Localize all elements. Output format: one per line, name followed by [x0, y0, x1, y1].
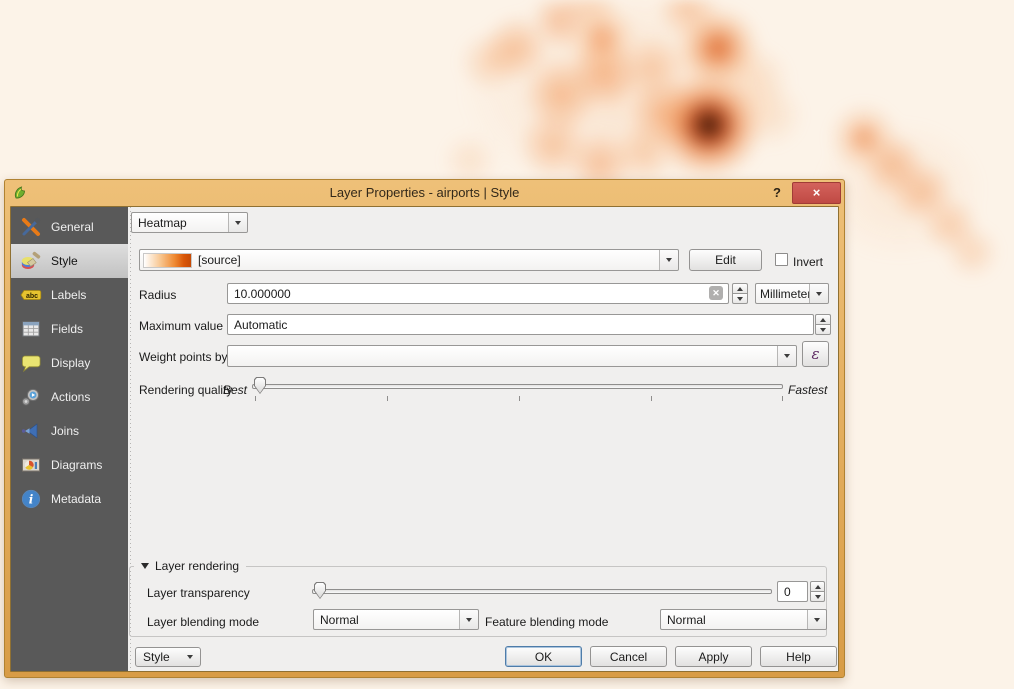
titlebar[interactable]: Layer Properties - airports | Style ? × [5, 180, 844, 206]
abc-tag-icon: abc [20, 284, 42, 306]
layer-properties-dialog: Layer Properties - airports | Style ? × … [4, 179, 845, 678]
speech-bubble-icon [20, 352, 42, 374]
style-menu-button[interactable]: Style [135, 647, 201, 667]
sidebar-item-labels[interactable]: abc Labels [11, 278, 128, 312]
slider-tick [651, 396, 652, 401]
ok-button[interactable]: OK [505, 646, 582, 667]
clear-field-icon[interactable]: ✕ [709, 286, 723, 300]
chevron-down-icon [809, 284, 828, 303]
layer-rendering-title: Layer rendering [155, 559, 239, 573]
chevron-down-icon [777, 346, 796, 366]
chevron-down-icon [659, 250, 678, 270]
layer-transparency-handle[interactable] [314, 582, 326, 599]
sidebar-item-general[interactable]: General [11, 210, 128, 244]
svg-text:abc: abc [26, 293, 38, 300]
table-icon [20, 318, 42, 340]
radius-unit-select[interactable]: Millimeter [755, 283, 829, 304]
paintbrush-icon [20, 250, 42, 272]
chevron-down-icon [228, 213, 247, 232]
sidebar-item-label: Metadata [51, 492, 101, 506]
color-ramp-swatch [143, 253, 192, 268]
weight-points-label: Weight points by [139, 350, 228, 364]
chevron-down-icon [459, 610, 478, 629]
slider-tick [519, 396, 520, 401]
layer-transparency-input[interactable] [777, 581, 808, 602]
maximum-value-input[interactable] [227, 314, 814, 335]
apply-button[interactable]: Apply [675, 646, 752, 667]
feature-blending-select[interactable]: Normal [660, 609, 827, 630]
dialog-content: General Style abc Labels [10, 206, 839, 672]
best-label: Best [223, 383, 247, 397]
layer-rendering-header[interactable]: Layer rendering [134, 559, 246, 573]
layer-blending-label: Layer blending mode [147, 615, 259, 629]
help-titlebar-button[interactable]: ? [768, 184, 786, 202]
sidebar-item-display[interactable]: Display [11, 346, 128, 380]
spin-down-icon[interactable] [815, 324, 831, 335]
spin-down-icon[interactable] [732, 293, 748, 304]
layer-transparency-spinner[interactable] [810, 581, 825, 602]
slider-tick [782, 396, 783, 401]
maximum-value-label: Maximum value [139, 319, 223, 333]
sidebar-item-diagrams[interactable]: Diagrams [11, 448, 128, 482]
sidebar-item-label: Actions [51, 390, 90, 404]
slider-tick [255, 396, 256, 401]
chevron-down-icon [807, 610, 826, 629]
chevron-down-icon [187, 655, 193, 659]
rendering-quality-handle[interactable] [254, 377, 266, 394]
sidebar-item-label: Display [51, 356, 90, 370]
diagram-icon [20, 454, 42, 476]
sidebar-item-joins[interactable]: Joins [11, 414, 128, 448]
tools-icon [20, 216, 42, 238]
cancel-button[interactable]: Cancel [590, 646, 667, 667]
radius-spinner[interactable] [732, 283, 748, 304]
renderer-select[interactable]: Heatmap [131, 212, 248, 233]
slider-tick [387, 396, 388, 401]
expression-builder-button[interactable]: ε [802, 341, 829, 367]
sidebar-item-label: Diagrams [51, 458, 102, 472]
info-icon: i [20, 488, 42, 510]
join-arrow-icon [20, 420, 42, 442]
spin-up-icon[interactable] [732, 283, 748, 293]
layer-transparency-label: Layer transparency [147, 586, 250, 600]
invert-checkbox[interactable] [775, 253, 788, 266]
collapse-arrow-icon[interactable] [141, 563, 149, 569]
window-title: Layer Properties - airports | Style [5, 185, 844, 200]
spin-up-icon[interactable] [810, 581, 825, 591]
spin-up-icon[interactable] [815, 314, 831, 324]
edit-ramp-button[interactable]: Edit [689, 249, 762, 271]
sidebar-item-label: Style [51, 254, 78, 268]
sidebar-item-fields[interactable]: Fields [11, 312, 128, 346]
radius-input[interactable] [227, 283, 729, 304]
rendering-quality-label: Rendering quality [139, 383, 232, 397]
sidebar-item-label: Labels [51, 288, 86, 302]
feature-blending-label: Feature blending mode [485, 615, 608, 629]
color-ramp-select[interactable]: [source] [139, 249, 679, 271]
sidebar: General Style abc Labels [11, 207, 128, 671]
invert-label: Invert [793, 255, 823, 269]
sidebar-item-label: Fields [51, 322, 83, 336]
sidebar-item-actions[interactable]: Actions [11, 380, 128, 414]
fastest-label: Fastest [788, 383, 827, 397]
sidebar-item-label: General [51, 220, 94, 234]
rendering-quality-slider[interactable] [252, 384, 783, 389]
layer-transparency-slider[interactable] [312, 589, 772, 594]
help-button[interactable]: Help [760, 646, 837, 667]
sidebar-item-label: Joins [51, 424, 79, 438]
sidebar-item-style[interactable]: Style [11, 244, 128, 278]
radius-label: Radius [139, 288, 176, 302]
maximum-value-spinner[interactable] [815, 314, 831, 335]
gears-icon [20, 386, 42, 408]
svg-text:i: i [29, 493, 34, 507]
layer-blending-select[interactable]: Normal [313, 609, 479, 630]
weight-points-select[interactable] [227, 345, 797, 367]
spin-down-icon[interactable] [810, 591, 825, 602]
sidebar-item-metadata[interactable]: i Metadata [11, 482, 128, 516]
close-button[interactable]: × [792, 182, 841, 204]
